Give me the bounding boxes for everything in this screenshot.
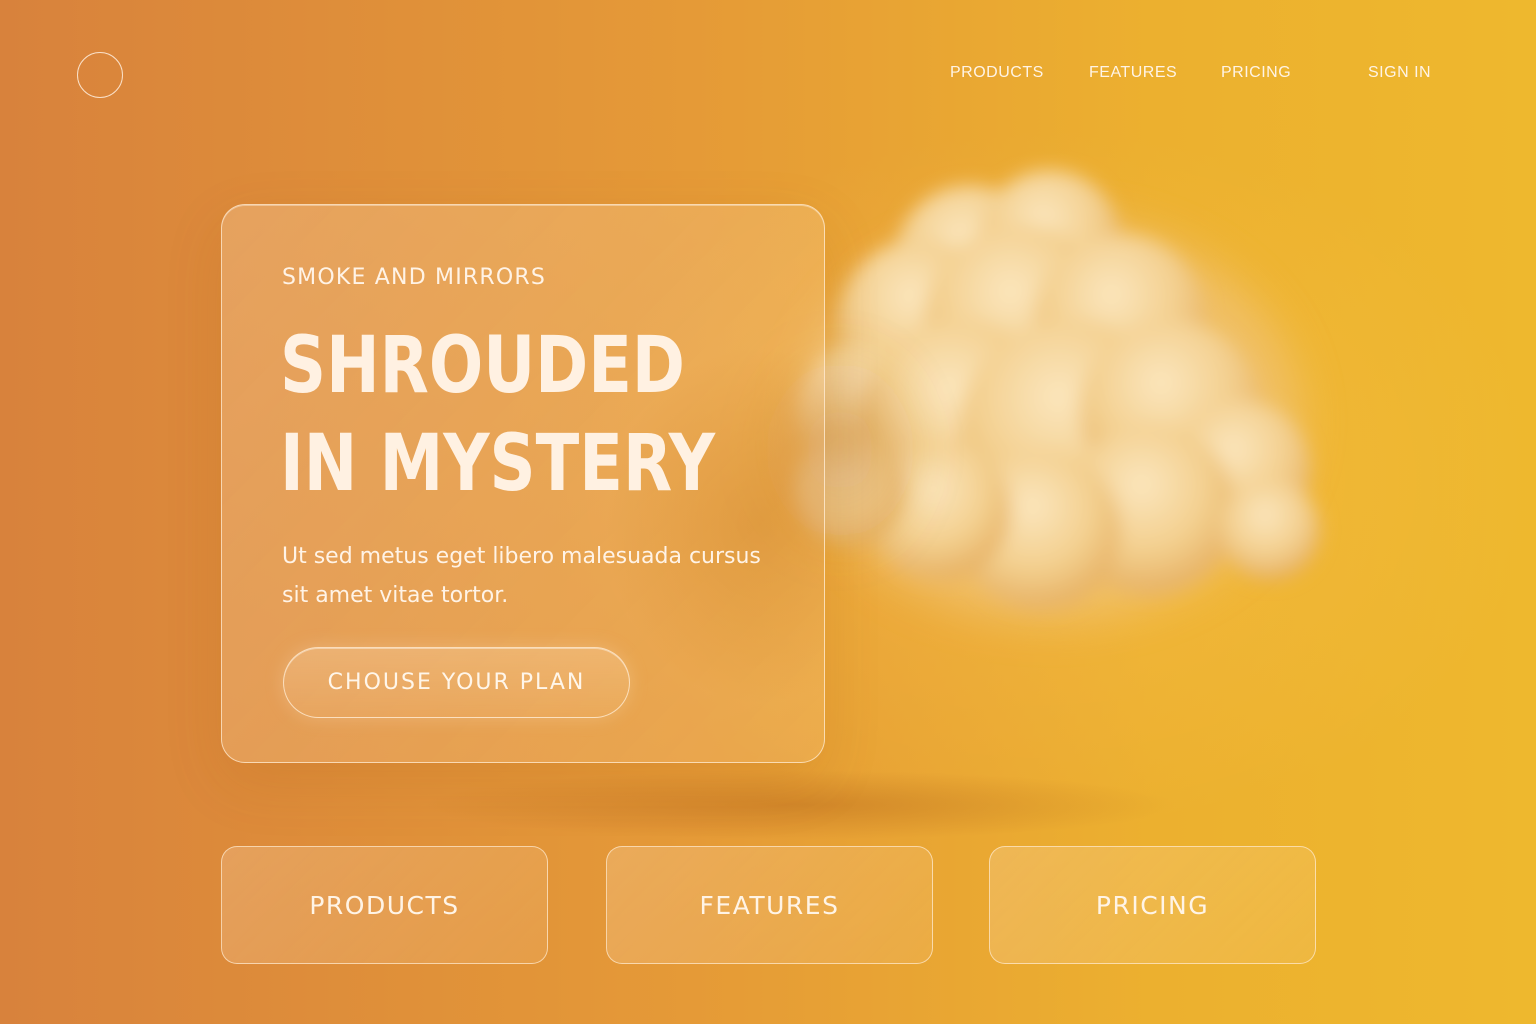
tile-products[interactable]: PRODUCTS: [221, 846, 548, 964]
cloud-shadow: [420, 770, 1180, 840]
tile-pricing[interactable]: PRICING: [989, 846, 1316, 964]
tile-features[interactable]: FEATURES: [606, 846, 933, 964]
hero-headline-line1: SHROUDED: [280, 321, 686, 411]
circle-logo-icon[interactable]: [77, 52, 123, 98]
choose-plan-button[interactable]: CHOUSE YOUR PLAN: [283, 647, 630, 718]
hero-eyebrow: SMOKE AND MIRRORS: [282, 265, 547, 290]
hero-headline: SHROUDED IN MYSTERY: [280, 317, 715, 513]
hero-card: SMOKE AND MIRRORS SHROUDED IN MYSTERY Ut…: [221, 204, 825, 763]
hero-body-text: Ut sed metus eget libero malesuada cursu…: [282, 544, 761, 608]
sign-in-link[interactable]: SIGN IN: [1368, 64, 1431, 82]
nav-link-pricing[interactable]: PRICING: [1221, 64, 1291, 82]
nav-link-products[interactable]: PRODUCTS: [950, 64, 1044, 82]
nav-link-features[interactable]: FEATURES: [1089, 64, 1177, 82]
hero-headline-line2: IN MYSTERY: [280, 419, 716, 509]
